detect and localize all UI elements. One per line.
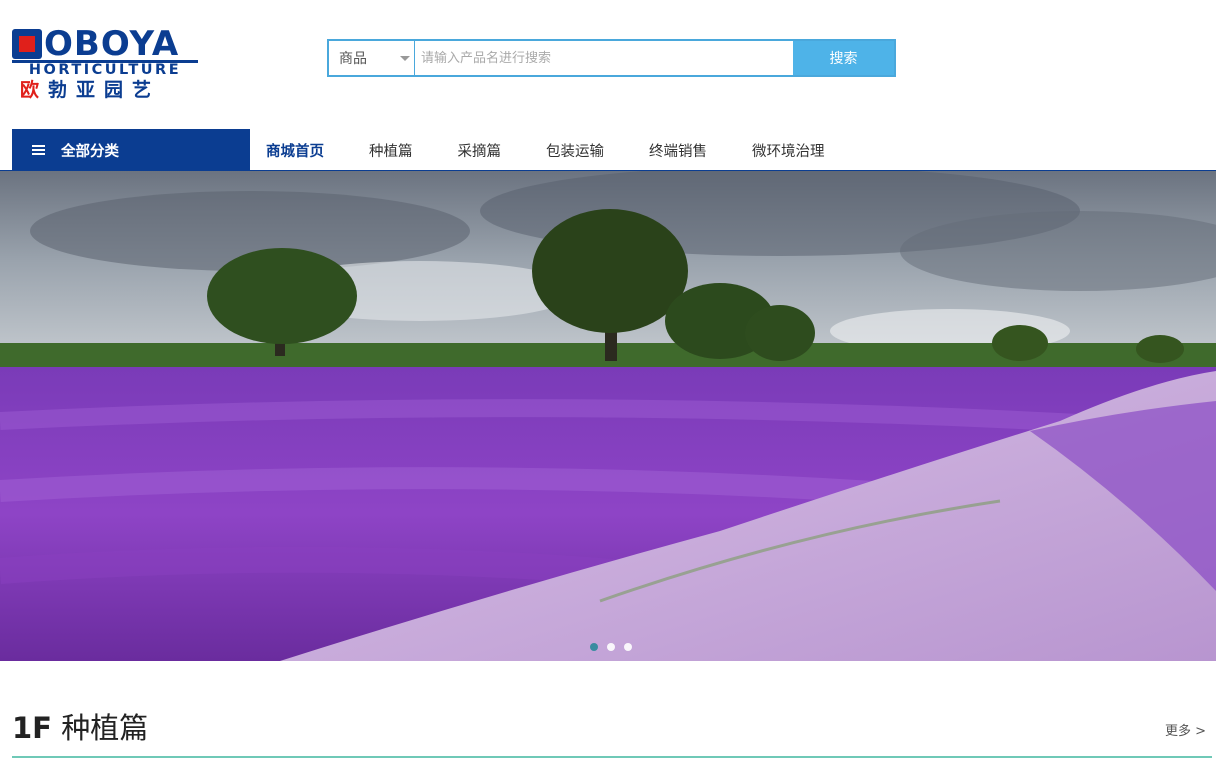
nav-item-planting[interactable]: 种植篇 bbox=[369, 140, 413, 161]
logo-chinese-first: 欧 bbox=[20, 79, 49, 101]
nav-item-environment[interactable]: 微环境治理 bbox=[752, 140, 825, 161]
logo-chinese-name: 欧勃亚园艺 bbox=[20, 79, 190, 101]
chevron-down-icon bbox=[400, 56, 410, 61]
nav-items: 商城首页 种植篇 采摘篇 包装运输 终端销售 微环境治理 bbox=[250, 129, 854, 171]
carousel-dot-3[interactable] bbox=[624, 643, 632, 651]
nav-item-packaging[interactable]: 包装运输 bbox=[546, 140, 604, 161]
search-bar: 商品 搜索 bbox=[327, 39, 896, 77]
main-nav: 全部分类 商城首页 种植篇 采摘篇 包装运输 终端销售 微环境治理 bbox=[0, 129, 1216, 171]
search-category-value: 商品 bbox=[339, 51, 367, 67]
carousel-dots bbox=[590, 643, 641, 651]
search-input[interactable] bbox=[415, 41, 793, 75]
search-button[interactable]: 搜索 bbox=[793, 41, 894, 75]
nav-item-picking[interactable]: 采摘篇 bbox=[458, 140, 502, 161]
logo-brand-text: OBOYA bbox=[44, 24, 180, 64]
logo-square-icon bbox=[12, 29, 42, 59]
logo-subtitle: HORTICULTURE bbox=[28, 62, 182, 78]
menu-icon bbox=[32, 145, 45, 155]
carousel-dot-1[interactable] bbox=[590, 643, 598, 651]
nav-item-retail[interactable]: 终端销售 bbox=[649, 140, 707, 161]
more-link[interactable]: 更多 > bbox=[1165, 720, 1206, 739]
nav-item-home[interactable]: 商城首页 bbox=[266, 140, 324, 161]
hero-banner[interactable] bbox=[0, 171, 1216, 661]
oboya-logo[interactable]: OBOYA HORTICULTURE 欧勃亚园艺 bbox=[12, 24, 198, 102]
carousel-dot-2[interactable] bbox=[607, 643, 615, 651]
all-categories-label: 全部分类 bbox=[61, 143, 119, 160]
floor-title: 1F 种植篇 bbox=[12, 708, 148, 748]
logo-wordmark: OBOYA bbox=[12, 24, 180, 64]
search-category-select[interactable]: 商品 bbox=[329, 41, 415, 75]
all-categories-button[interactable]: 全部分类 bbox=[12, 129, 250, 171]
logo-chinese-rest: 勃亚园艺 bbox=[48, 79, 161, 101]
header: OBOYA HORTICULTURE 欧勃亚园艺 商品 搜索 bbox=[0, 0, 1216, 129]
floor-number: 1F bbox=[12, 711, 52, 745]
floor-section-header: 1F 种植篇 更多 > bbox=[12, 700, 1212, 758]
lavender-field-image bbox=[0, 171, 1216, 661]
floor-name: 种植篇 bbox=[61, 711, 149, 745]
